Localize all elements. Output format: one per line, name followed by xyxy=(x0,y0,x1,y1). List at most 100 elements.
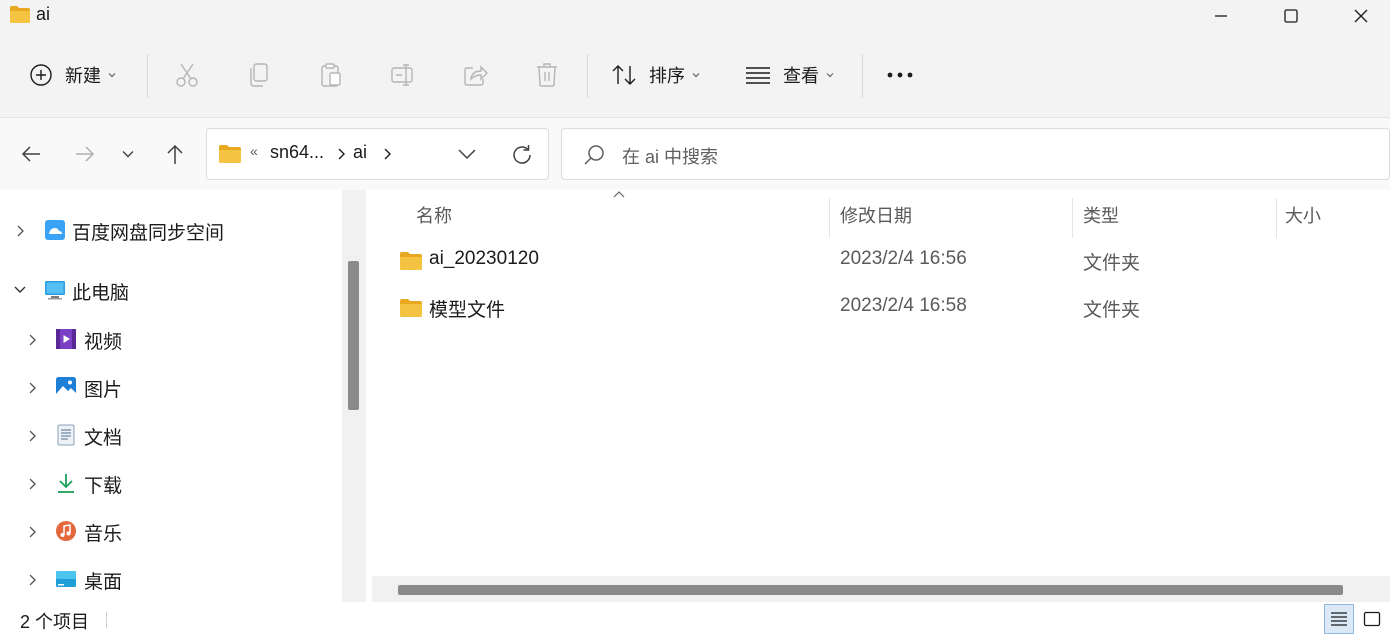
baidu-netdisk-icon xyxy=(45,220,65,240)
forward-button[interactable] xyxy=(67,136,103,172)
maximize-icon xyxy=(1284,9,1298,23)
column-header-date[interactable]: 修改日期 xyxy=(830,198,1073,238)
chevron-right-icon[interactable] xyxy=(26,573,38,587)
share-icon xyxy=(464,65,488,86)
column-header-label: 大小 xyxy=(1285,206,1321,226)
nav-item-label: 此电脑 xyxy=(72,283,130,304)
refresh-icon[interactable] xyxy=(510,143,534,167)
address-segment[interactable]: sn64... xyxy=(270,142,324,163)
chevron-right-icon[interactable] xyxy=(335,147,347,161)
sort-button[interactable]: 排序 xyxy=(611,32,701,118)
nav-item-documents[interactable]: 文档 xyxy=(0,415,340,455)
file-date: 2023/2/4 16:58 xyxy=(840,295,967,316)
file-type: 文件夹 xyxy=(1083,300,1141,321)
file-row[interactable]: 模型文件 2023/2/4 16:58 文件夹 xyxy=(390,285,1380,331)
share-button[interactable] xyxy=(463,32,489,118)
nav-item-label: 音乐 xyxy=(84,524,123,545)
address-segment[interactable]: ai xyxy=(353,142,367,163)
cut-button[interactable] xyxy=(175,32,199,118)
chevron-right-icon[interactable] xyxy=(26,429,38,443)
arrow-left-icon xyxy=(21,146,40,162)
close-icon xyxy=(1354,9,1368,23)
nav-item-label: 文档 xyxy=(84,428,123,449)
maximize-button[interactable] xyxy=(1256,0,1326,32)
column-header-name[interactable]: 名称 xyxy=(370,198,830,238)
nav-scrollbar-thumb[interactable] xyxy=(348,261,359,410)
more-icon xyxy=(887,72,913,78)
column-header-type[interactable]: 类型 xyxy=(1073,198,1277,238)
copy-button[interactable] xyxy=(247,32,271,118)
column-header-label: 名称 xyxy=(416,206,452,226)
nav-item-desktop[interactable]: 桌面 xyxy=(0,559,340,599)
chevron-down-icon xyxy=(692,73,700,78)
navigation-pane: 百度网盘同步空间 此电脑 视频 图片 文档 下载 音乐 桌面 xyxy=(0,190,370,602)
address-bar[interactable]: « sn64... ai xyxy=(206,128,549,180)
file-row[interactable]: ai_20230120 2023/2/4 16:56 文件夹 xyxy=(390,238,1380,284)
content-horizontal-scrollbar-thumb[interactable] xyxy=(398,585,1343,595)
rename-icon xyxy=(391,64,413,86)
new-label: 新建 xyxy=(65,66,101,86)
search-box[interactable]: 在 ai 中搜索 xyxy=(561,128,1390,180)
folder-icon xyxy=(400,299,422,317)
delete-icon xyxy=(537,63,557,87)
rename-button[interactable] xyxy=(390,32,416,118)
view-label: 查看 xyxy=(783,66,819,86)
window-title: ai xyxy=(36,4,51,24)
column-header-label: 类型 xyxy=(1083,206,1119,226)
chevron-right-icon[interactable] xyxy=(26,381,38,395)
address-overflow[interactable]: « xyxy=(250,143,258,159)
folder-icon xyxy=(10,6,30,23)
copy-icon xyxy=(250,63,268,87)
file-date: 2023/2/4 16:56 xyxy=(840,248,967,269)
large-icons-view-button[interactable] xyxy=(1357,604,1387,634)
recent-locations-button[interactable] xyxy=(110,136,146,172)
arrow-up-icon xyxy=(167,144,183,164)
nav-item-videos[interactable]: 视频 xyxy=(0,319,340,359)
folder-icon xyxy=(219,145,241,163)
more-button[interactable] xyxy=(886,32,914,118)
file-type: 文件夹 xyxy=(1083,253,1141,274)
back-button[interactable] xyxy=(13,136,49,172)
nav-item-label: 桌面 xyxy=(84,572,123,593)
nav-item-label: 图片 xyxy=(84,380,123,401)
chevron-right-icon[interactable] xyxy=(26,333,38,347)
nav-item-pictures[interactable]: 图片 xyxy=(0,367,340,407)
nav-item-this-pc[interactable]: 此电脑 xyxy=(0,270,340,310)
chevron-right-icon[interactable] xyxy=(26,525,38,539)
title-bar: ai xyxy=(0,0,1390,32)
paste-button[interactable] xyxy=(319,32,343,118)
minimize-button[interactable] xyxy=(1186,0,1256,32)
nav-item-baidu-netdisk[interactable]: 百度网盘同步空间 xyxy=(0,210,340,250)
chevron-right-icon[interactable] xyxy=(381,147,393,161)
minimize-icon xyxy=(1215,15,1227,17)
chevron-right-icon[interactable] xyxy=(26,477,38,491)
view-list-icon xyxy=(746,67,770,84)
nav-item-label: 下载 xyxy=(84,476,123,497)
column-header-size[interactable]: 大小 xyxy=(1277,198,1390,238)
chevron-down-icon[interactable] xyxy=(457,145,477,163)
this-pc-icon xyxy=(45,281,65,300)
nav-item-downloads[interactable]: 下载 xyxy=(0,463,340,503)
close-button[interactable] xyxy=(1326,0,1390,32)
folder-icon xyxy=(400,252,422,270)
search-input[interactable]: 在 ai 中搜索 xyxy=(622,143,718,169)
pictures-icon xyxy=(56,377,76,397)
add-icon xyxy=(30,64,52,86)
details-view-button[interactable] xyxy=(1324,604,1354,634)
nav-item-label: 视频 xyxy=(84,332,123,353)
item-count: 2 个项目 xyxy=(20,612,90,632)
large-icons-view-icon xyxy=(1363,611,1381,627)
view-button[interactable]: 查看 xyxy=(745,32,835,118)
column-header-label: 修改日期 xyxy=(840,206,912,226)
nav-item-music[interactable]: 音乐 xyxy=(0,511,340,551)
chevron-down-icon xyxy=(826,73,834,78)
delete-button[interactable] xyxy=(535,32,559,118)
status-bar: 2 个项目 xyxy=(0,602,1390,635)
music-icon xyxy=(56,521,76,541)
up-button[interactable] xyxy=(157,136,193,172)
documents-icon xyxy=(57,424,75,446)
new-button[interactable]: 新建 xyxy=(29,32,117,118)
chevron-down-icon xyxy=(108,73,116,78)
chevron-right-icon[interactable] xyxy=(14,224,26,238)
chevron-down-icon[interactable] xyxy=(13,284,27,296)
